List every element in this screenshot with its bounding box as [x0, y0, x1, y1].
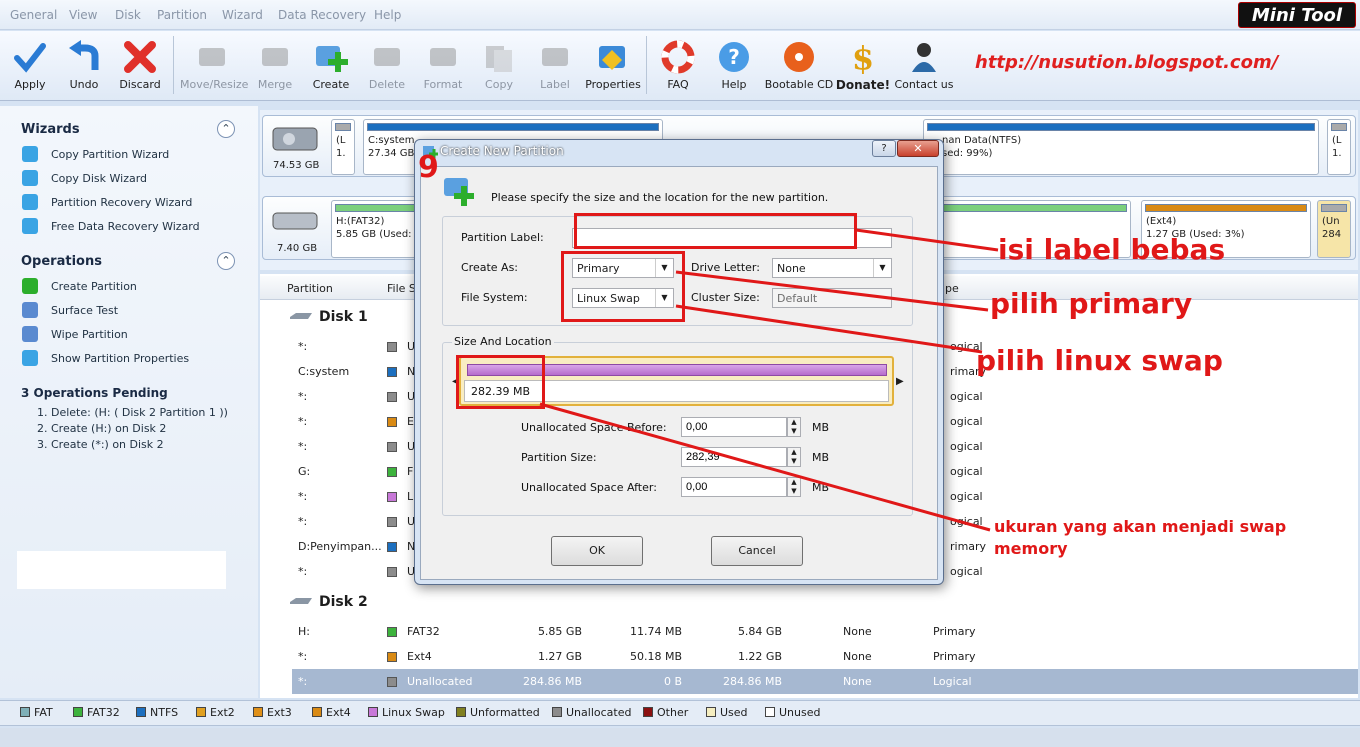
annotation-size-text: ukuran yang akan menjadi swap memory: [994, 517, 1287, 558]
annotation-label-text: isi label bebas: [998, 233, 1226, 266]
annotation-primary-text: pilih primary: [990, 287, 1193, 320]
annotation-swap-text: pilih linux swap: [976, 344, 1223, 377]
